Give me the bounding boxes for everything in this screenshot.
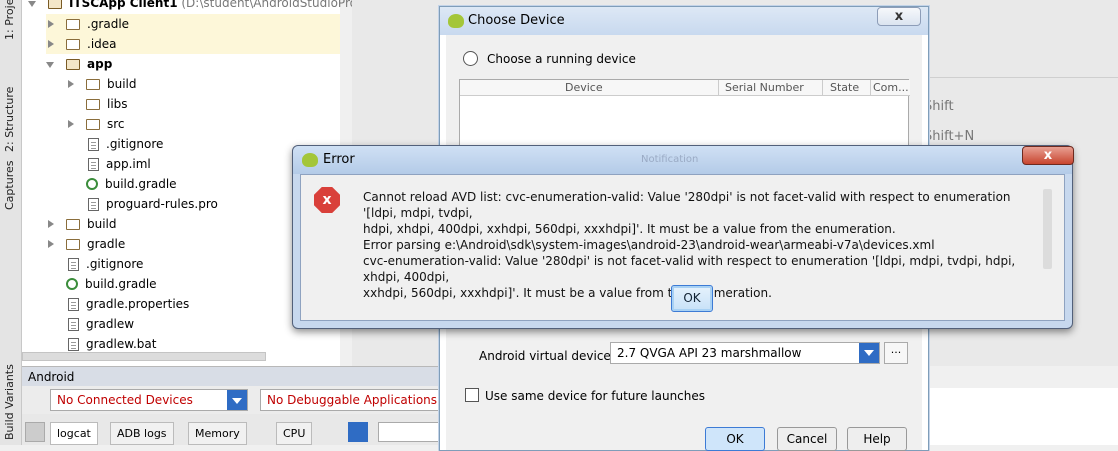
ok-button[interactable]: OK	[671, 285, 713, 312]
module-icon	[66, 58, 80, 70]
tree-item-libs[interactable]: libs	[86, 94, 128, 114]
expand-icon[interactable]	[46, 39, 56, 49]
close-button[interactable]: x	[1022, 146, 1074, 165]
tree-item-app[interactable]: app	[46, 54, 112, 74]
build-variants-tab[interactable]: Build Variants	[3, 364, 16, 440]
running-device-label: Choose a running device	[487, 52, 636, 66]
same-device-checkbox[interactable]	[465, 388, 479, 402]
android-icon	[302, 153, 318, 167]
tree-item-gradle[interactable]: gradle	[46, 234, 125, 254]
captures-tab[interactable]: Captures	[3, 161, 16, 210]
divider	[918, 77, 1118, 78]
tree-item-gradlew[interactable]: gradlew	[68, 314, 134, 334]
message-line: Cannot reload AVD list: cvc-enumeration-…	[363, 190, 1011, 220]
tree-item-idea[interactable]: .idea	[46, 34, 340, 54]
expand-icon[interactable]	[46, 219, 56, 229]
folder-icon	[66, 38, 80, 50]
tree-item-app-iml[interactable]: app.iml	[88, 154, 151, 174]
ghost-title: Notification	[641, 154, 699, 165]
message-line: hdpi, xhdpi, 400dpi, xxhdpi, 560dpi, xxx…	[363, 222, 896, 236]
error-body: x Cannot reload AVD list: cvc-enumeratio…	[300, 174, 1065, 321]
tab-memory[interactable]: Memory	[188, 422, 247, 445]
error-dialog: Error Notification x x Cannot reload AVD…	[292, 145, 1074, 329]
tool-window-strip: 1: Project 2: Structure Captures Build V…	[0, 0, 22, 445]
ok-button[interactable]: OK	[705, 427, 765, 451]
dialog-titlebar: Choose Device x	[440, 7, 928, 35]
gradle-icon	[66, 278, 78, 290]
file-icon	[68, 317, 79, 331]
folder-icon	[86, 98, 100, 110]
tree-item-gradle-properties[interactable]: gradle.properties	[68, 294, 189, 314]
tree-item-build[interactable]: build	[46, 214, 117, 234]
module-icon	[48, 0, 62, 9]
panel-title: Android	[28, 370, 75, 384]
avd-label: Android virtual device:	[479, 349, 615, 363]
same-device-label: Use same device for future launches	[485, 389, 706, 403]
cancel-button[interactable]: Cancel	[777, 427, 837, 451]
app-select[interactable]: No Debuggable Applications	[260, 389, 442, 411]
android-icon	[448, 14, 464, 28]
gradle-icon	[86, 178, 98, 190]
logcat-tabs: logcat ADB logs Memory CPU	[22, 414, 442, 445]
expand-icon[interactable]	[66, 119, 76, 129]
tab-logcat[interactable]: logcat	[50, 422, 98, 445]
expand-icon[interactable]	[46, 59, 56, 69]
file-icon	[88, 157, 99, 171]
folder-icon	[66, 218, 80, 230]
file-icon	[68, 297, 79, 311]
tree-item-proguard[interactable]: proguard-rules.pro	[88, 194, 218, 214]
folder-icon	[86, 78, 100, 90]
folder-icon	[86, 118, 100, 130]
error-title: Error	[323, 152, 355, 167]
table-header: Device Serial Number State Com...	[460, 80, 910, 96]
tree-item-app-build[interactable]: build	[66, 74, 137, 94]
tree-item-gitignore[interactable]: .gitignore	[68, 254, 143, 274]
expand-icon[interactable]	[46, 239, 56, 249]
dialog-title: Choose Device	[468, 13, 565, 28]
help-button[interactable]: Help	[847, 427, 907, 451]
more-button[interactable]: ...	[884, 342, 908, 364]
device-select[interactable]: No Connected Devices	[50, 389, 248, 411]
avd-select[interactable]: 2.7 QVGA API 23 marshmallow	[610, 342, 880, 364]
folder-icon	[66, 238, 80, 250]
message-line: Error parsing e:\Android\sdk\system-imag…	[363, 238, 935, 252]
file-icon	[88, 137, 99, 151]
folder-icon	[66, 18, 80, 30]
close-button[interactable]: x	[877, 7, 921, 26]
error-titlebar: Error Notification x	[293, 146, 1074, 174]
file-icon	[68, 257, 79, 271]
tree-item-gradle-dir[interactable]: .gradle	[46, 14, 340, 34]
error-icon: x	[314, 187, 340, 213]
file-icon	[68, 337, 79, 351]
root-label: ITSCApp Client1	[69, 0, 178, 10]
chevron-down-icon[interactable]	[859, 343, 879, 363]
message-scrollbar[interactable]	[1043, 189, 1052, 269]
chevron-down-icon[interactable]	[348, 422, 368, 442]
running-device-radio[interactable]	[463, 51, 478, 66]
tree-item-gradlew-bat[interactable]: gradlew.bat	[68, 334, 156, 354]
android-panel-header: Android	[22, 366, 442, 386]
shortcut-hint: Shift+N	[924, 129, 975, 144]
camera-icon[interactable]	[25, 422, 45, 442]
expand-icon[interactable]	[46, 19, 56, 29]
search-input[interactable]	[378, 422, 440, 442]
tree-root[interactable]: ITSCApp Client1 (D:\student\AndroidStudi…	[28, 0, 385, 11]
tree-item-app-gitignore[interactable]: .gitignore	[88, 134, 163, 154]
tab-adb-logs[interactable]: ADB logs	[110, 422, 174, 445]
tab-cpu[interactable]: CPU	[276, 422, 313, 445]
structure-tab[interactable]: 2: Structure	[3, 87, 16, 152]
expand-icon[interactable]	[66, 79, 76, 89]
tree-item-src[interactable]: src	[66, 114, 125, 134]
project-tab[interactable]: 1: Project	[3, 0, 16, 40]
horizontal-scrollbar[interactable]	[22, 352, 266, 361]
tree-item-app-build-gradle[interactable]: build.gradle	[86, 174, 177, 194]
console-area	[928, 388, 1118, 445]
tree-item-build-gradle[interactable]: build.gradle	[66, 274, 157, 294]
chevron-down-icon[interactable]	[227, 390, 247, 410]
file-icon	[88, 197, 99, 211]
expand-icon[interactable]	[28, 0, 38, 8]
message-line: cvc-enumeration-valid: Value '280dpi' is…	[363, 254, 1016, 284]
